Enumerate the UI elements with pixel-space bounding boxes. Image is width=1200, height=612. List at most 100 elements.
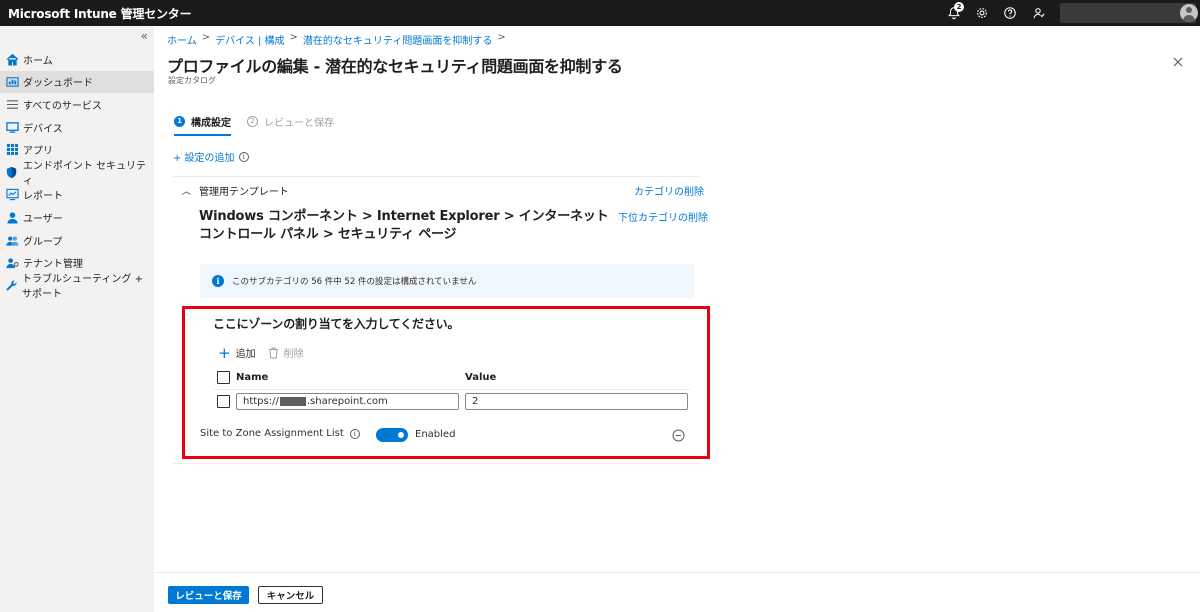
category-header[interactable]: ︿ 管理用テンプレート [182,183,289,198]
feedback-button[interactable] [1024,0,1052,26]
cancel-button[interactable]: キャンセル [258,586,323,604]
zone-toolbar: + 追加 削除 [218,345,316,360]
sidebar-item-troubleshooting[interactable]: トラブルシューティング + サポート [0,274,154,300]
feedback-icon [1033,8,1045,19]
help-icon [1004,7,1016,19]
step-number: 2 [247,115,258,127]
sidebar-item-all-services[interactable]: すべてのサービス [0,93,154,116]
collapse-sidebar-button[interactable]: « [141,29,148,43]
sidebar-item-label: アプリ [23,146,53,158]
apps-grid-icon [6,144,18,156]
settings-button[interactable] [968,0,996,26]
sidebar-item-label: ダッシュボード [23,78,93,90]
add-label: 追加 [235,349,256,360]
wizard-steps: 1 構成設定 2 レビューと保存 [174,111,350,136]
sidebar: « ホーム ダッシュボード すべてのサービス デバイス アプリ エンドポイント … [0,26,154,612]
page-title: プロファイルの編集 - 潜在的なセキュリティ問題画面を抑制する [167,57,623,76]
add-setting-link[interactable]: + 設定の追加 i [173,149,249,164]
info-banner-text: このサブカテゴリの 56 件中 52 件の設定は構成されていません [232,277,477,287]
step-number: 1 [174,115,185,127]
avatar[interactable] [1180,4,1198,22]
sidebar-item-label: トラブルシューティング + サポート [22,274,143,301]
remove-setting-icon[interactable] [672,429,685,442]
table-divider [214,389,690,390]
sidebar-item-endpoint-security[interactable]: エンドポイント セキュリティ [0,161,154,187]
topbar-icons: 2 [940,0,1052,26]
divider [173,176,699,177]
add-setting-label: + 設定の追加 [173,153,235,164]
info-banner: i このサブカテゴリの 56 件中 52 件の設定は構成されていません [200,264,694,298]
list-icon [6,100,18,109]
delete-label: 削除 [283,349,304,360]
tenant-icon [5,258,19,269]
shield-icon [7,166,17,178]
row-checkbox[interactable] [217,395,230,408]
step-review-save[interactable]: 2 レビューと保存 [247,111,334,131]
redacted-block [279,397,306,406]
url-prefix: https:// [243,396,279,407]
zone-name-input[interactable]: https:// .sharepoint.com [236,393,459,410]
sidebar-item-users[interactable]: ユーザー [0,206,154,229]
page-subtitle: 設定カタログ [168,76,216,85]
more-options-button[interactable]: ··· [604,56,615,70]
breadcrumb-item-home[interactable]: ホーム [167,32,197,47]
top-bar: Microsoft Intune 管理センター 2 [0,0,1200,26]
column-header-value: Value [465,372,497,383]
close-icon[interactable] [1170,54,1186,70]
plus-icon: + [218,343,231,362]
app-title[interactable]: Microsoft Intune 管理センター [0,5,192,22]
sidebar-item-label: ホーム [23,55,53,67]
info-icon[interactable]: i [238,151,249,162]
group-icon [5,236,19,246]
help-button[interactable] [996,0,1024,26]
sidebar-item-label: エンドポイント セキュリティ [22,161,147,188]
home-icon [6,53,18,66]
gear-icon [977,8,987,18]
breadcrumb: ホーム > デバイス | 構成 > 潜在的なセキュリティ問題画面を抑制する > [167,32,506,47]
delete-category-link[interactable]: カテゴリの削除 [634,183,704,198]
delete-subcategory-link[interactable]: 下位カテゴリの削除 [618,209,708,224]
column-header-name: Name [236,372,269,383]
chevron-up-icon[interactable]: ︿ [182,184,191,197]
info-icon: i [212,275,224,287]
zone-assignment-title: ここにゾーンの割り当てを入力してください。 [213,317,460,331]
step-configuration[interactable]: 1 構成設定 [174,111,231,136]
sidebar-item-label: グループ [23,236,63,248]
enabled-toggle[interactable] [376,428,408,442]
select-all-checkbox[interactable] [217,371,230,384]
footer-divider [154,572,1200,573]
step-label: レビューと保存 [264,117,334,129]
account-box[interactable] [1060,3,1196,23]
setting-label: Site to Zone Assignment List [200,428,344,439]
toggle-state-label: Enabled [415,429,456,440]
delete-button[interactable]: 削除 [268,345,304,360]
main-content: ホーム > デバイス | 構成 > 潜在的なセキュリティ問題画面を抑制する > … [154,26,1200,612]
notification-badge: 2 [954,2,964,12]
sidebar-item-groups[interactable]: グループ [0,229,154,252]
zone-value-input[interactable]: 2 [465,393,688,410]
sidebar-item-label: デバイス [23,123,63,135]
sidebar-item-devices[interactable]: デバイス [0,116,154,139]
user-icon [6,212,18,224]
zone-value: 2 [472,396,479,407]
sidebar-item-label: ユーザー [23,213,63,225]
report-icon [5,189,19,201]
device-icon [5,121,19,133]
sidebar-nav: ホーム ダッシュボード すべてのサービス デバイス アプリ エンドポイント セキ… [0,48,154,300]
category-title: 管理用テンプレート [199,187,289,198]
subcategory-path: Windows コンポーネント > Internet Explorer > イン… [199,209,609,242]
step-label: 構成設定 [191,117,231,129]
wrench-icon [6,280,17,291]
url-suffix: .sharepoint.com [306,396,388,407]
sidebar-item-label: テナント管理 [23,259,83,271]
sidebar-item-label: レポート [23,191,63,203]
info-icon[interactable]: i [349,428,360,439]
sidebar-item-label: すべてのサービス [23,100,102,112]
sidebar-item-home[interactable]: ホーム [0,48,154,71]
sidebar-item-dashboard[interactable]: ダッシュボード [0,70,154,94]
notifications-button[interactable]: 2 [940,0,968,26]
review-save-button[interactable]: レビューと保存 [168,586,249,604]
breadcrumb-item-profile[interactable]: 潜在的なセキュリティ問題画面を抑制する [303,32,492,47]
breadcrumb-item-devices-config[interactable]: デバイス | 構成 [215,32,284,47]
add-button[interactable]: + 追加 [218,345,256,360]
